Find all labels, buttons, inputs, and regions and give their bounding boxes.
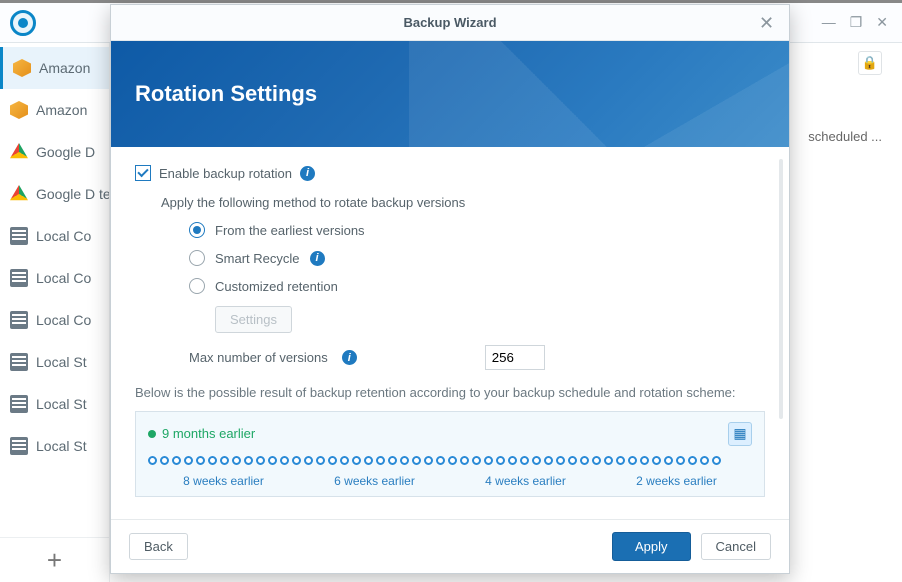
sidebar-item-google-d-1[interactable]: Google D bbox=[0, 131, 109, 173]
timeline-box: 9 months earlier ▦ 8 weeks earlier 6 wee… bbox=[135, 411, 765, 497]
sidebar-item-label: Local St bbox=[36, 396, 87, 412]
sidebar-item-label: Local Co bbox=[36, 270, 91, 286]
drive-icon bbox=[10, 185, 28, 203]
storage-icon bbox=[10, 395, 28, 413]
backup-wizard-modal: Backup Wizard ✕ Rotation Settings Enable… bbox=[110, 4, 790, 574]
modal-footer: Back Apply Cancel bbox=[111, 519, 789, 573]
settings-button: Settings bbox=[215, 306, 292, 333]
sidebar-item-local-st-3[interactable]: Local St bbox=[0, 425, 109, 467]
cancel-button[interactable]: Cancel bbox=[701, 533, 771, 560]
radio-smart-recycle[interactable] bbox=[189, 250, 205, 266]
timeline-track bbox=[148, 454, 752, 468]
window-controls: — ❐ ✕ bbox=[822, 14, 892, 31]
modal-banner: Rotation Settings bbox=[111, 41, 789, 147]
apply-method-label: Apply the following method to rotate bac… bbox=[161, 195, 765, 210]
cube-icon bbox=[10, 101, 28, 119]
sidebar-item-local-co-2[interactable]: Local Co bbox=[0, 257, 109, 299]
close-window-button[interactable]: ✕ bbox=[876, 14, 888, 31]
maximize-button[interactable]: ❐ bbox=[850, 14, 863, 31]
calendar-button[interactable]: ▦ bbox=[728, 422, 752, 446]
sidebar-item-amazon-1[interactable]: Amazon bbox=[0, 47, 109, 89]
radio-custom-retention[interactable] bbox=[189, 278, 205, 294]
sidebar-add-button[interactable]: + bbox=[0, 537, 109, 582]
timeline-oldest-label: 9 months earlier bbox=[148, 426, 255, 441]
back-button[interactable]: Back bbox=[129, 533, 188, 560]
modal-close-button[interactable]: ✕ bbox=[759, 13, 777, 34]
lock-button[interactable]: 🔒 bbox=[858, 51, 882, 75]
sidebar-item-label: Amazon bbox=[39, 60, 90, 76]
dot-icon bbox=[148, 430, 156, 438]
calendar-icon: ▦ bbox=[733, 425, 746, 442]
storage-icon bbox=[10, 269, 28, 287]
sidebar-item-label: Amazon bbox=[36, 102, 87, 118]
info-icon[interactable]: i bbox=[300, 166, 315, 181]
timeline-label: 6 weeks earlier bbox=[334, 474, 415, 488]
result-hint: Below is the possible result of backup r… bbox=[135, 384, 765, 403]
scrollbar[interactable] bbox=[779, 159, 783, 419]
timeline-labels: 8 weeks earlier 6 weeks earlier 4 weeks … bbox=[148, 468, 752, 488]
sidebar-item-label: Local Co bbox=[36, 228, 91, 244]
sidebar-item-local-st-1[interactable]: Local St bbox=[0, 341, 109, 383]
info-icon[interactable]: i bbox=[342, 350, 357, 365]
modal-content: Enable backup rotation i Apply the follo… bbox=[111, 147, 789, 519]
drive-icon bbox=[10, 143, 28, 161]
modal-titlebar: Backup Wizard ✕ bbox=[111, 5, 789, 41]
storage-icon bbox=[10, 227, 28, 245]
max-versions-label: Max number of versions bbox=[189, 350, 328, 365]
max-versions-input[interactable] bbox=[485, 345, 545, 370]
sidebar-item-google-d-test[interactable]: Google D test bbox=[0, 173, 109, 215]
timeline-label: 2 weeks earlier bbox=[636, 474, 717, 488]
plus-icon: + bbox=[47, 545, 62, 576]
timeline-label: 8 weeks earlier bbox=[183, 474, 264, 488]
sidebar-item-local-co-1[interactable]: Local Co bbox=[0, 215, 109, 257]
sidebar-item-label: Google D bbox=[36, 144, 95, 160]
sidebar: Amazon Amazon Google D Google D test Loc… bbox=[0, 43, 110, 582]
radio-earliest-label: From the earliest versions bbox=[215, 223, 365, 238]
sidebar-item-label: Local St bbox=[36, 438, 87, 454]
modal-title: Backup Wizard bbox=[403, 15, 496, 30]
banner-title: Rotation Settings bbox=[135, 81, 317, 107]
storage-icon bbox=[10, 437, 28, 455]
minimize-button[interactable]: — bbox=[822, 14, 836, 31]
app-logo-icon bbox=[10, 10, 36, 36]
radio-earliest[interactable] bbox=[189, 222, 205, 238]
cube-icon bbox=[13, 59, 31, 77]
sidebar-item-label: Local St bbox=[36, 354, 87, 370]
storage-icon bbox=[10, 353, 28, 371]
sidebar-item-amazon-2[interactable]: Amazon bbox=[0, 89, 109, 131]
enable-rotation-label: Enable backup rotation bbox=[159, 166, 292, 181]
apply-button[interactable]: Apply bbox=[612, 532, 691, 561]
storage-icon bbox=[10, 311, 28, 329]
sidebar-item-local-co-3[interactable]: Local Co bbox=[0, 299, 109, 341]
timeline-label: 4 weeks earlier bbox=[485, 474, 566, 488]
sidebar-item-local-st-2[interactable]: Local St bbox=[0, 383, 109, 425]
scheduled-text: scheduled ... bbox=[808, 129, 882, 144]
sidebar-item-label: Google D test bbox=[36, 186, 109, 202]
lock-icon: 🔒 bbox=[862, 55, 878, 71]
sidebar-item-label: Local Co bbox=[36, 312, 91, 328]
enable-rotation-checkbox[interactable] bbox=[135, 165, 151, 181]
radio-smart-label: Smart Recycle bbox=[215, 251, 300, 266]
info-icon[interactable]: i bbox=[310, 251, 325, 266]
radio-custom-label: Customized retention bbox=[215, 279, 338, 294]
